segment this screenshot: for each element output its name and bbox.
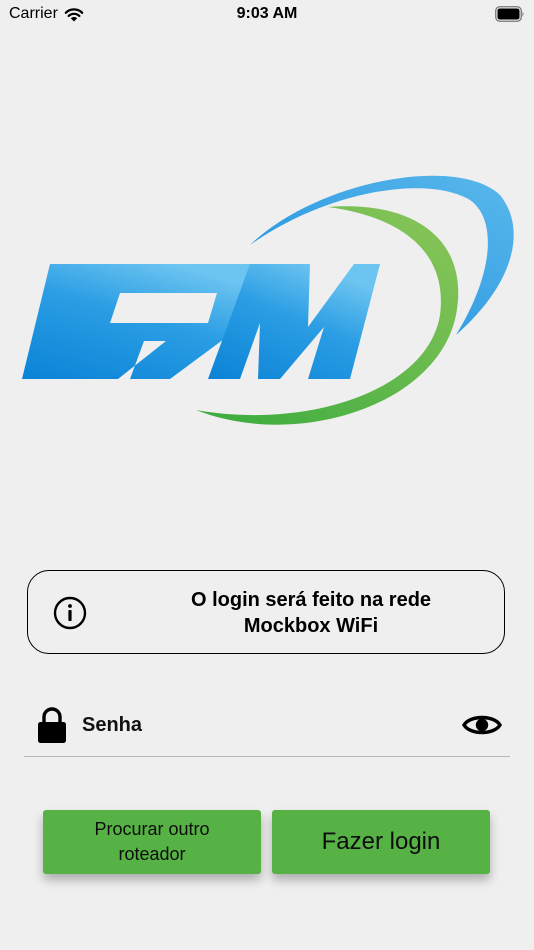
password-field-row	[24, 700, 510, 757]
network-info-line1: O login será feito na rede	[190, 589, 432, 611]
battery-icon	[495, 6, 524, 22]
clock: 9:03 AM	[236, 5, 298, 22]
status-bar: Carrier 9:03 AM	[0, 0, 534, 28]
search-other-router-button[interactable]: Procurar outro roteador	[43, 810, 261, 874]
eye-icon[interactable]	[462, 712, 502, 738]
network-info-line2: Mockbox WiFi	[243, 615, 379, 637]
search-other-router-label-line1: Procurar outro	[94, 819, 210, 839]
info-icon	[53, 596, 87, 630]
password-input[interactable]	[82, 708, 442, 742]
network-info-text: O login será feito na rede Mockbox WiFi	[138, 587, 484, 639]
network-info-box: O login será feito na rede Mockbox WiFi	[27, 570, 505, 654]
login-button[interactable]: Fazer login	[272, 810, 490, 874]
lock-icon	[38, 707, 66, 743]
search-other-router-label-line2: roteador	[118, 844, 186, 864]
login-button-label: Fazer login	[321, 828, 441, 855]
rm-logo	[22, 175, 514, 425]
